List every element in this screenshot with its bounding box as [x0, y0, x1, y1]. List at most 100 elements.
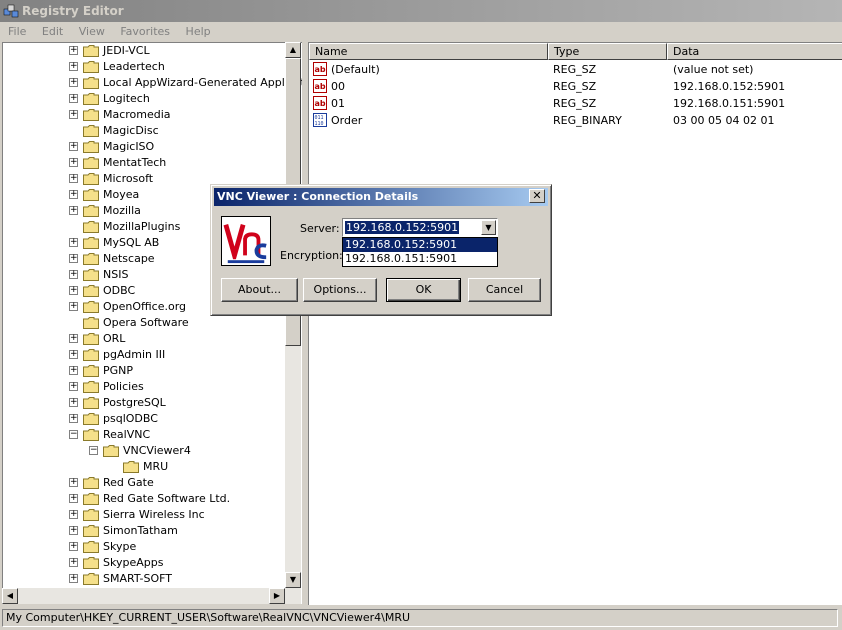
- expand-plus-icon[interactable]: +: [69, 302, 78, 311]
- list-item[interactable]: 011 110 Order REG_BINARY 03 00 05 04 02 01: [309, 112, 842, 129]
- expand-plus-icon[interactable]: +: [69, 270, 78, 279]
- tree-item[interactable]: + SimonTatham: [3, 523, 303, 539]
- tree-item-label: MozillaPlugins: [103, 220, 181, 233]
- column-header-type[interactable]: Type: [548, 43, 667, 60]
- expand-plus-icon[interactable]: +: [69, 510, 78, 519]
- expand-plus-icon[interactable]: +: [69, 110, 78, 119]
- tree-item[interactable]: − RealVNC: [3, 427, 303, 443]
- tree-item-label: Red Gate Software Ltd.: [103, 492, 231, 505]
- tree-item[interactable]: + Leadertech: [3, 59, 303, 75]
- expand-plus-icon[interactable]: +: [69, 574, 78, 583]
- expand-plus-icon[interactable]: +: [69, 382, 78, 391]
- ok-button[interactable]: OK: [386, 278, 461, 302]
- expand-plus-icon[interactable]: +: [69, 190, 78, 199]
- scroll-down-button[interactable]: ▼: [285, 572, 301, 588]
- menu-bar: File Edit View Favorites Help: [0, 22, 842, 41]
- expand-plus-icon[interactable]: +: [69, 254, 78, 263]
- tree-item[interactable]: + Policies: [3, 379, 303, 395]
- menu-file[interactable]: File: [8, 25, 26, 38]
- expand-plus-icon[interactable]: +: [69, 174, 78, 183]
- tree-horizontal-scrollbar[interactable]: ◀ ▶: [2, 588, 301, 604]
- expand-plus-icon[interactable]: +: [69, 526, 78, 535]
- tree-item[interactable]: Opera Software: [3, 315, 303, 331]
- tree-item-label: Local AppWizard-Generated Applicatio: [103, 76, 303, 89]
- tree-item[interactable]: + pgAdmin III: [3, 347, 303, 363]
- menu-favorites[interactable]: Favorites: [120, 25, 170, 38]
- tree-item[interactable]: + Local AppWizard-Generated Applicatio: [3, 75, 303, 91]
- status-path: My Computer\HKEY_CURRENT_USER\Software\R…: [2, 609, 838, 627]
- tree-item-label: Macromedia: [103, 108, 171, 121]
- folder-icon: [83, 333, 99, 345]
- title-bar[interactable]: Registry Editor: [0, 0, 842, 22]
- tree-item[interactable]: + Red Gate: [3, 475, 303, 491]
- tree-item[interactable]: − VNCViewer4: [3, 443, 303, 459]
- tree-item[interactable]: + Sierra Wireless Inc: [3, 507, 303, 523]
- options-button[interactable]: Options...: [303, 278, 377, 302]
- expand-plus-icon[interactable]: +: [69, 142, 78, 151]
- server-dropdown-list[interactable]: 192.168.0.152:5901 192.168.0.151:5901: [342, 237, 498, 267]
- string-value-icon: ab: [313, 79, 327, 93]
- tree-item[interactable]: + ORL: [3, 331, 303, 347]
- server-input[interactable]: 192.168.0.152:5901: [345, 221, 460, 234]
- tree-item[interactable]: + MentatTech: [3, 155, 303, 171]
- expand-plus-icon[interactable]: +: [69, 78, 78, 87]
- scroll-right-button[interactable]: ▶: [269, 588, 285, 604]
- dropdown-arrow-icon[interactable]: ▼: [481, 220, 496, 235]
- tree-item[interactable]: + SkypeApps: [3, 555, 303, 571]
- tree-item[interactable]: + Logitech: [3, 91, 303, 107]
- cell-name: 00: [331, 80, 345, 93]
- expand-plus-icon[interactable]: +: [69, 558, 78, 567]
- expand-plus-icon[interactable]: +: [69, 478, 78, 487]
- expand-plus-icon[interactable]: +: [69, 350, 78, 359]
- tree-item[interactable]: + Red Gate Software Ltd.: [3, 491, 303, 507]
- expand-plus-icon[interactable]: +: [69, 62, 78, 71]
- tree-item[interactable]: + Macromedia: [3, 107, 303, 123]
- expand-plus-icon[interactable]: +: [69, 286, 78, 295]
- collapse-minus-icon[interactable]: −: [69, 430, 78, 439]
- dropdown-option[interactable]: 192.168.0.152:5901: [343, 238, 497, 252]
- expand-plus-icon[interactable]: +: [69, 494, 78, 503]
- expand-plus-icon[interactable]: +: [69, 206, 78, 215]
- column-header-data[interactable]: Data: [667, 43, 842, 60]
- expand-plus-icon[interactable]: +: [69, 542, 78, 551]
- dialog-close-button[interactable]: ✕: [529, 189, 545, 203]
- cancel-button[interactable]: Cancel: [468, 278, 541, 302]
- tree-item[interactable]: + psqlODBC: [3, 411, 303, 427]
- expand-plus-icon[interactable]: +: [69, 398, 78, 407]
- list-item[interactable]: ab 01 REG_SZ 192.168.0.151:5901: [309, 95, 842, 112]
- menu-edit[interactable]: Edit: [42, 25, 63, 38]
- registry-key-tree[interactable]: + JEDI-VCL + Leadertech + Local AppWizard-Gen…: [2, 42, 303, 604]
- list-item[interactable]: ab (Default) REG_SZ (value not set): [309, 61, 842, 78]
- tree-item-label: MagicISO: [103, 140, 155, 153]
- expand-plus-icon[interactable]: +: [69, 334, 78, 343]
- registry-values-list[interactable]: Name Type Data ab (Default) REG_SZ (value n…: [308, 42, 842, 605]
- list-item[interactable]: ab 00 REG_SZ 192.168.0.152:5901: [309, 78, 842, 95]
- column-header-name[interactable]: Name: [309, 43, 548, 60]
- server-combobox[interactable]: 192.168.0.152:5901 ▼: [342, 218, 498, 237]
- collapse-minus-icon[interactable]: −: [89, 446, 98, 455]
- cell-name: Order: [331, 114, 363, 127]
- tree-item[interactable]: + Skype: [3, 539, 303, 555]
- tree-item[interactable]: + SMART-SOFT: [3, 571, 303, 587]
- scroll-up-button[interactable]: ▲: [285, 42, 301, 58]
- expand-plus-icon[interactable]: +: [69, 46, 78, 55]
- scroll-left-button[interactable]: ◀: [2, 588, 18, 604]
- tree-item[interactable]: MRU: [3, 459, 303, 475]
- tree-item[interactable]: + PGNP: [3, 363, 303, 379]
- menu-view[interactable]: View: [79, 25, 105, 38]
- dropdown-option[interactable]: 192.168.0.151:5901: [343, 252, 497, 266]
- tree-item[interactable]: + MagicISO: [3, 139, 303, 155]
- tree-item[interactable]: + JEDI-VCL: [3, 43, 303, 59]
- expand-plus-icon[interactable]: +: [69, 238, 78, 247]
- expand-plus-icon[interactable]: +: [69, 366, 78, 375]
- tree-item-label: psqlODBC: [103, 412, 158, 425]
- tree-item[interactable]: + PostgreSQL: [3, 395, 303, 411]
- dialog-title[interactable]: VNC Viewer : Connection Details: [214, 188, 548, 206]
- tree-item[interactable]: MagicDisc: [3, 123, 303, 139]
- menu-help[interactable]: Help: [186, 25, 211, 38]
- about-button[interactable]: About...: [221, 278, 298, 302]
- expand-plus-icon[interactable]: +: [69, 94, 78, 103]
- expand-plus-icon[interactable]: +: [69, 414, 78, 423]
- expand-plus-icon[interactable]: +: [69, 158, 78, 167]
- tree-item-label: SMART-SOFT: [103, 572, 173, 585]
